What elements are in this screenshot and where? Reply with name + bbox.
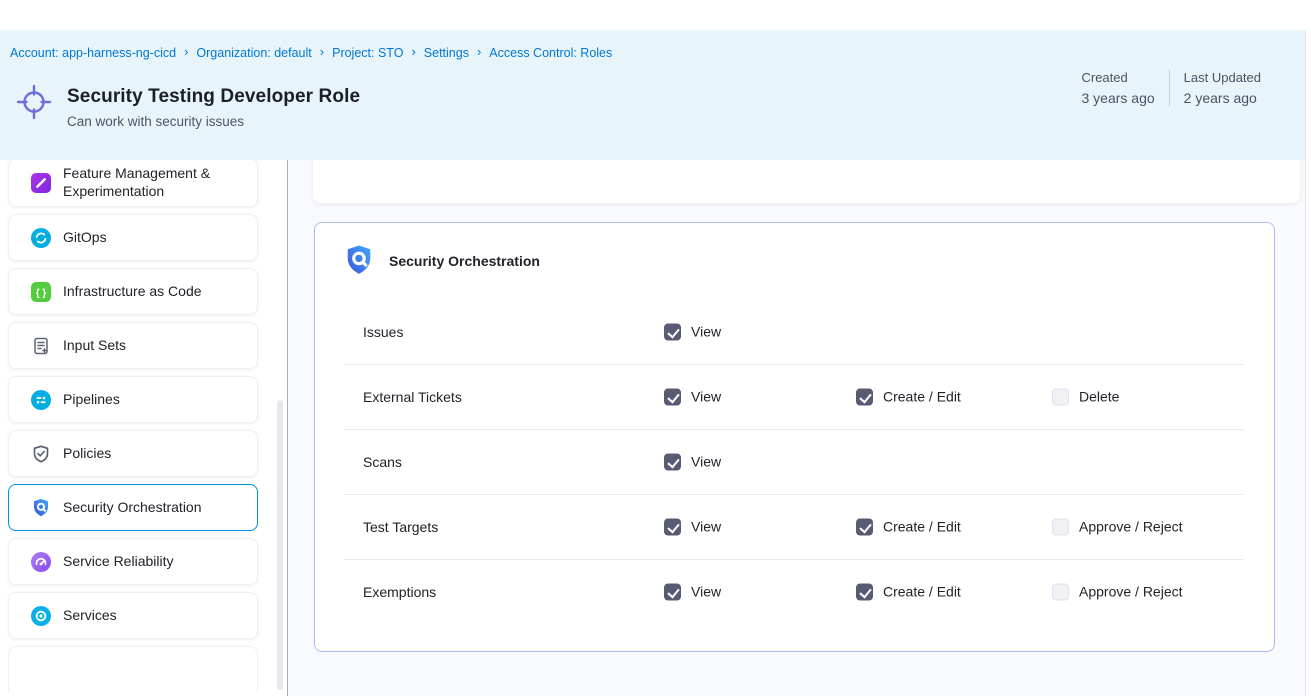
meta-label-last-updated: Last Updated xyxy=(1184,70,1261,85)
page: Account: app-harness-ng-cicd › Organizatio… xyxy=(0,0,1311,696)
permission-row-exemptions: Exemptions View Create / Edit Approve / Rej… xyxy=(315,559,1274,624)
infrastructure-as-code-icon: { } xyxy=(31,282,51,302)
service-reliability-icon xyxy=(31,552,51,572)
page-right-border xyxy=(1305,30,1306,696)
checkbox-view[interactable] xyxy=(664,388,681,405)
sidebar-item-security-orchestration[interactable]: Security Orchestration xyxy=(8,484,258,531)
main-content: Security Orchestration IssuesViewExterna… xyxy=(288,160,1305,696)
checkbox-approve-reject[interactable] xyxy=(1052,518,1069,535)
services-icon xyxy=(31,606,51,626)
permission-test-targets-approve-reject: Approve / Reject xyxy=(1052,518,1183,535)
resource-label: Exemptions xyxy=(363,584,436,600)
resource-sidebar: Feature Management & Experimentation GitO… xyxy=(0,160,287,696)
breadcrumb-separator: › xyxy=(320,44,324,59)
gitops-icon xyxy=(31,228,51,248)
permission-test-targets-view: View xyxy=(664,518,721,535)
permission-test-targets-create-edit: Create / Edit xyxy=(856,518,961,535)
checkbox-create-edit[interactable] xyxy=(856,388,873,405)
breadcrumb-separator: › xyxy=(184,44,188,59)
page-header: Account: app-harness-ng-cicd › Organizatio… xyxy=(0,30,1305,160)
meta: Created 3 years ago Last Updated 2 years ag… xyxy=(1081,70,1261,106)
resource-label: Scans xyxy=(363,454,402,470)
permission-row-issues: Issues View xyxy=(315,299,1274,364)
sidebar-item-infrastructure-as-code[interactable]: { }Infrastructure as Code xyxy=(8,268,258,315)
meta-value-created: 3 years ago xyxy=(1081,90,1154,106)
permission-exemptions-view: View xyxy=(664,583,721,600)
breadcrumb-link-account-app-harness-ng-cicd[interactable]: Account: app-harness-ng-cicd xyxy=(10,46,176,60)
meta-value-last-updated: 2 years ago xyxy=(1184,90,1261,106)
svg-text:{ }: { } xyxy=(36,288,47,299)
resource-label: Test Targets xyxy=(363,519,438,535)
meta-label-created: Created xyxy=(1081,70,1154,85)
page-title: Security Testing Developer Role xyxy=(67,86,360,108)
checkbox-approve-reject[interactable] xyxy=(1052,583,1069,600)
permission-rows: Issues View External Tickets View Create / E… xyxy=(315,299,1274,624)
security-orchestration-card: Security Orchestration IssuesViewExterna… xyxy=(314,222,1275,652)
checkbox-view[interactable] xyxy=(664,453,681,470)
sidebar-item-feature-management-experimentation[interactable]: Feature Management & Experimentation xyxy=(8,160,258,207)
permission-row-external-tickets: External Tickets View Create / Edit Delete xyxy=(315,364,1274,429)
sidebar-scrollbar[interactable] xyxy=(277,400,283,690)
security-orchestration-shield-icon xyxy=(344,244,374,277)
permission-exemptions-approve-reject: Approve / Reject xyxy=(1052,583,1183,600)
sidebar-item-gitops[interactable]: GitOps xyxy=(8,214,258,261)
resource-label: Issues xyxy=(363,324,403,340)
breadcrumb-link-access-control-roles[interactable]: Access Control: Roles xyxy=(489,46,612,60)
breadcrumb-separator: › xyxy=(477,44,481,59)
permission-row-scans: Scans View xyxy=(315,429,1274,494)
breadcrumb-separator: › xyxy=(411,44,415,59)
resource-label: External Tickets xyxy=(363,389,462,405)
crosshair-role-icon xyxy=(14,82,54,122)
input-sets-icon xyxy=(31,336,51,356)
checkbox-create-edit[interactable] xyxy=(856,583,873,600)
security-orchestration-icon xyxy=(31,498,51,518)
breadcrumb-link-project-sto[interactable]: Project: STO xyxy=(332,46,403,60)
permission-exemptions-create-edit: Create / Edit xyxy=(856,583,961,600)
checkbox-delete[interactable] xyxy=(1052,388,1069,405)
feature-flags-icon xyxy=(31,173,51,193)
permission-external-tickets-create-edit: Create / Edit xyxy=(856,388,961,405)
permission-external-tickets-delete: Delete xyxy=(1052,388,1119,405)
sidebar-item-services[interactable]: Services xyxy=(8,592,258,639)
checkbox-create-edit[interactable] xyxy=(856,518,873,535)
permission-row-test-targets: Test Targets View Create / Edit Approve / R… xyxy=(315,494,1274,559)
sidebar-item-input-sets[interactable]: Input Sets xyxy=(8,322,258,369)
pipelines-icon xyxy=(31,390,51,410)
policies-icon xyxy=(31,444,51,464)
section-title: Security Orchestration xyxy=(389,253,540,269)
sidebar-item-partial[interactable] xyxy=(8,646,258,693)
permission-issues-view: View xyxy=(664,323,721,340)
breadcrumb-link-organization-default[interactable]: Organization: default xyxy=(196,46,311,60)
checkbox-view[interactable] xyxy=(664,583,681,600)
previous-section-card xyxy=(313,160,1300,203)
checkbox-view[interactable] xyxy=(664,518,681,535)
permission-external-tickets-view: View xyxy=(664,388,721,405)
section-header: Security Orchestration xyxy=(315,223,1274,277)
meta-divider xyxy=(1169,70,1170,106)
sidebar-item-service-reliability[interactable]: Service Reliability xyxy=(8,538,258,585)
sidebar-item-policies[interactable]: Policies xyxy=(8,430,258,477)
permission-scans-view: View xyxy=(664,453,721,470)
sidebar-list: Feature Management & Experimentation GitO… xyxy=(8,160,258,693)
breadcrumb-link-settings[interactable]: Settings xyxy=(424,46,469,60)
checkbox-view[interactable] xyxy=(664,323,681,340)
page-subtitle: Can work with security issues xyxy=(67,114,244,129)
breadcrumb: Account: app-harness-ng-cicd › Organizatio… xyxy=(10,45,612,60)
sidebar-item-pipelines[interactable]: Pipelines xyxy=(8,376,258,423)
